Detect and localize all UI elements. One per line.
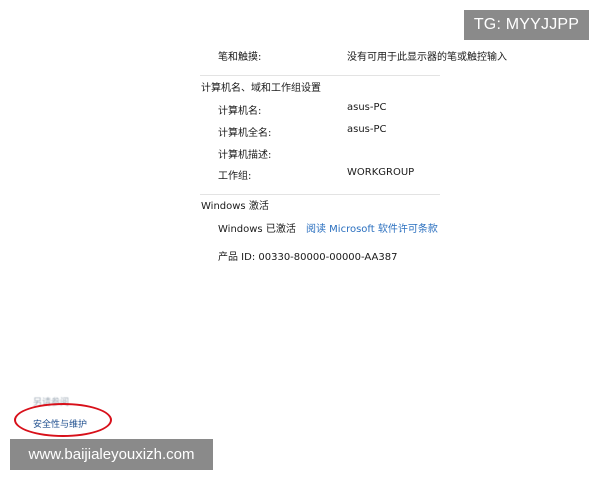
system-properties-page: TG: MYYJJPP 笔和触摸: 没有可用于此显示器的笔或触控输入 计算机名、… bbox=[0, 0, 600, 480]
computer-full-name-label: 计算机全名: bbox=[218, 128, 272, 139]
section-divider bbox=[200, 75, 440, 76]
workgroup-label: 工作组: bbox=[218, 171, 252, 182]
computer-name-value: asus-PC bbox=[347, 102, 387, 113]
pen-touch-value: 没有可用于此显示器的笔或触控输入 bbox=[347, 52, 507, 63]
workgroup-value: WORKGROUP bbox=[347, 167, 415, 178]
pen-touch-label: 笔和触摸: bbox=[218, 52, 262, 63]
security-maintenance-link[interactable]: 安全性与维护 bbox=[33, 417, 87, 430]
watermark-bottom: www.baijialeyouxizh.com bbox=[10, 439, 213, 470]
see-also-heading: 另请参阅 bbox=[33, 398, 70, 408]
watermark-top: TG: MYYJJPP bbox=[464, 10, 589, 40]
computer-section-title: 计算机名、域和工作组设置 bbox=[201, 83, 321, 94]
license-terms-link[interactable]: 阅读 Microsoft 软件许可条款 bbox=[306, 220, 438, 235]
activation-section-title: Windows 激活 bbox=[201, 201, 269, 212]
section-divider bbox=[200, 194, 440, 195]
computer-full-name-value: asus-PC bbox=[347, 124, 387, 135]
activation-status: Windows 已激活 bbox=[218, 224, 296, 235]
computer-name-label: 计算机名: bbox=[218, 106, 262, 117]
product-id: 产品 ID: 00330-80000-00000-AA387 bbox=[218, 252, 398, 263]
computer-description-label: 计算机描述: bbox=[218, 150, 272, 161]
